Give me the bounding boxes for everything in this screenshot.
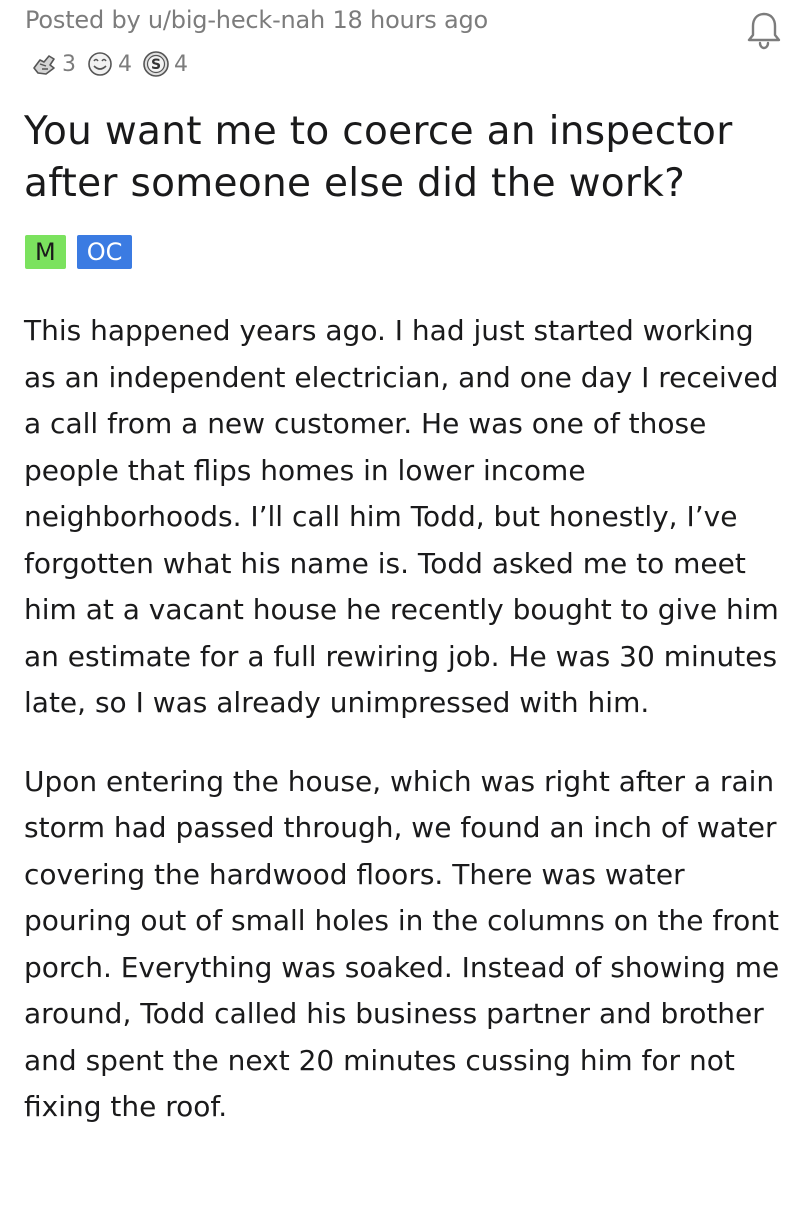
- silver-award-icon: S: [143, 51, 169, 77]
- flair-oc[interactable]: OC: [76, 235, 133, 269]
- post-body: This happened years ago. I had just star…: [24, 308, 784, 1163]
- awards-row: 3 4 S 4: [30, 50, 198, 78]
- flair-row: M OC: [25, 235, 143, 269]
- post-title[interactable]: You want me to coerce an inspector after…: [24, 106, 784, 210]
- award-helpful[interactable]: 3: [30, 50, 76, 78]
- svg-text:S: S: [151, 57, 161, 73]
- post-paragraph: This happened years ago. I had just star…: [24, 314, 779, 719]
- award-count: 4: [174, 51, 188, 77]
- helpful-award-icon: [33, 55, 55, 75]
- award-count: 4: [118, 51, 132, 77]
- bell-icon[interactable]: [742, 8, 786, 52]
- award-silver[interactable]: S 4: [142, 50, 188, 78]
- wholesome-award-icon: [88, 52, 112, 76]
- post-paragraph: Upon entering the house, which was right…: [24, 764, 780, 1124]
- award-count: 3: [62, 51, 76, 77]
- award-wholesome[interactable]: 4: [86, 50, 132, 78]
- flair-m[interactable]: M: [25, 235, 66, 269]
- post-meta: Posted by u/big-heck-nah 18 hours ago: [25, 6, 488, 34]
